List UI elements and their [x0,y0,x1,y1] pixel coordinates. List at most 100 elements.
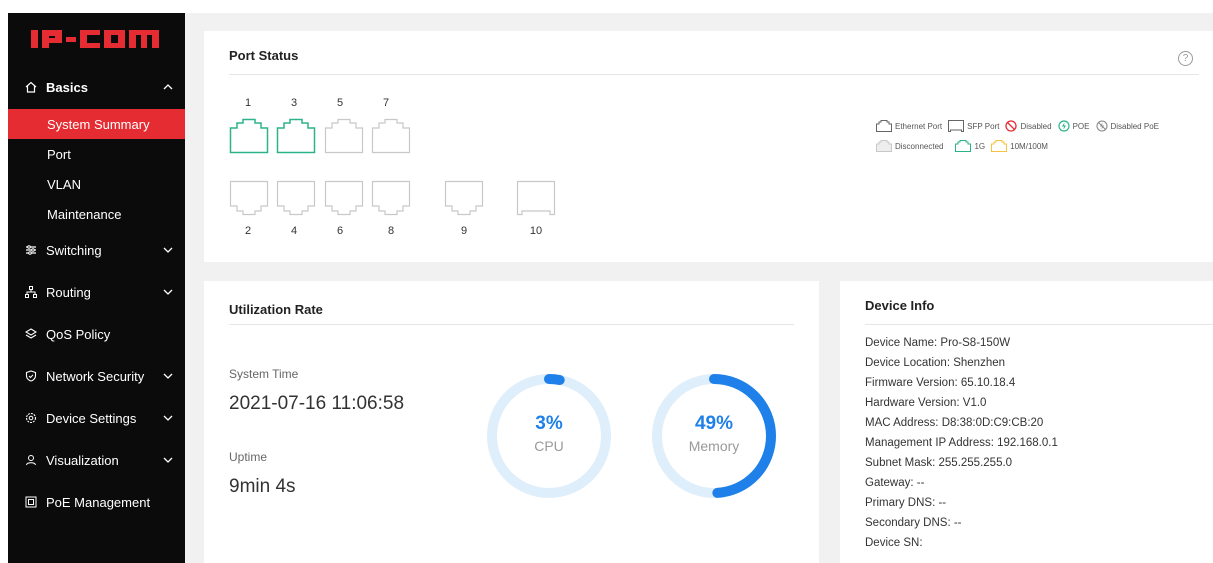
1g-port-icon [955,140,972,152]
port-number: 6 [336,225,344,237]
sidebar-item-basics[interactable]: Basics [8,65,185,109]
uptime-label: Uptime [229,450,268,464]
device-info-row: Hardware Version: V1.0 [865,397,987,409]
divider [865,324,1213,325]
sidebar-subitem-label: Port [47,146,71,162]
menu-group-basics: Basics System Summary Port VLAN Maintena… [8,65,185,229]
sidebar-subitem-label: Maintenance [47,206,122,222]
device-info-row: Gateway: -- [865,477,925,489]
poe-bolt-icon [1057,120,1070,132]
legend-poe: POE [1057,120,1090,132]
ethernet-port-7-icon[interactable] [371,118,411,154]
device-info-row: Device Name: Pro-S8-150W [865,337,1011,349]
utilization-card: Utilization Rate System Time 2021-07-16 … [204,281,819,563]
system-time-label: System Time [229,367,299,381]
divider [229,74,1199,75]
visualization-icon [24,453,38,467]
port-number: 7 [382,97,390,109]
chevron-down-icon [163,245,173,255]
ethernet-port-2-icon[interactable] [229,180,269,216]
ethernet-port-6-icon[interactable] [324,180,364,216]
cpu-percent: 3% [535,413,563,434]
help-icon[interactable]: ? [1178,51,1193,66]
port-number: 9 [460,225,468,237]
legend-disconnected: Disconnected [876,140,943,152]
sidebar-subitem-label: System Summary [47,116,150,132]
port-status-title: Port Status [229,48,299,63]
gear-icon [24,411,38,425]
legend-label: SFP Port [967,121,1000,131]
shield-icon [24,369,38,383]
device-info-title: Device Info [865,298,935,313]
routing-icon [24,285,38,299]
sidebar-item-label: Visualization [46,452,119,468]
ip-com-logo [8,13,185,65]
poe-icon [24,495,38,509]
utilization-title: Utilization Rate [229,302,323,317]
ethernet-port-5-icon[interactable] [324,118,364,154]
sfp-port-10-icon[interactable] [516,180,556,216]
sidebar-item-device-settings[interactable]: Device Settings [8,397,185,439]
legend-label: Disabled PoE [1110,121,1159,131]
sidebar-item-label: QoS Policy [46,326,111,342]
sidebar-item-visualization[interactable]: Visualization [8,439,185,481]
chevron-down-icon [163,371,173,381]
port-number: 4 [290,225,298,237]
legend-disabled-poe: Disabled PoE [1095,120,1159,132]
port-legend-row-1: Ethernet Port SFP Port Disabled POE Disa… [876,120,1165,132]
sidebar-subitem-label: VLAN [47,176,81,192]
sidebar-item-switching[interactable]: Switching [8,229,185,271]
cpu-gauge: 3% CPU [484,371,614,501]
legend-sfp-port: SFP Port [948,120,999,132]
10m-100m-port-icon [991,140,1008,152]
sidebar-item-network-security[interactable]: Network Security [8,355,185,397]
sidebar-item-poe-management[interactable]: PoE Management [8,481,185,523]
cpu-gauge-track [487,374,611,498]
sidebar: Basics System Summary Port VLAN Maintena… [8,13,185,563]
legend-10m-100m: 10M/100M [991,140,1048,152]
disabled-icon [1005,120,1018,132]
sidebar-item-label: Basics [46,79,88,95]
cpu-label: CPU [534,438,564,454]
ethernet-port-4-icon[interactable] [276,180,316,216]
ethernet-port-8-icon[interactable] [371,180,411,216]
memory-label: Memory [688,438,740,454]
device-info-row: Firmware Version: 65.10.18.4 [865,377,1016,389]
chevron-down-icon [163,287,173,297]
chevron-down-icon [163,455,173,465]
chevron-down-icon [163,413,173,423]
sidebar-item-label: Switching [46,242,102,258]
legend-label: 1G [974,141,986,151]
ethernet-port-1-icon[interactable] [229,118,269,154]
memory-gauge: 49% Memory [649,371,779,501]
port-legend-row-2: Disconnected 1G 10M/100M [876,140,1054,152]
qos-icon [24,327,38,341]
legend-label: Ethernet Port [895,121,943,131]
divider [229,324,794,325]
sidebar-item-label: Network Security [46,368,145,384]
legend-1g: 1G [955,140,985,152]
port-number: 5 [336,97,344,109]
sidebar-item-routing[interactable]: Routing [8,271,185,313]
port-status-card: Port Status ? 1 3 5 7 2 4 6 8 9 10 Ether… [204,31,1213,262]
sidebar-item-port[interactable]: Port [8,139,185,169]
legend-label: Disabled [1020,121,1052,131]
port-number: 1 [244,97,252,109]
sidebar-item-maintenance[interactable]: Maintenance [8,199,185,229]
sidebar-item-system-summary[interactable]: System Summary [8,109,185,139]
top-strip [185,0,1213,13]
sidebar-item-vlan[interactable]: VLAN [8,169,185,199]
device-info-row: Subnet Mask: 255.255.255.0 [865,457,1013,469]
device-info-row: MAC Address: D8:38:0D:C9:CB:20 [865,417,1044,429]
ethernet-port-9-icon[interactable] [444,180,484,216]
sidebar-item-label: Device Settings [46,410,137,426]
legend-ethernet-port: Ethernet Port [876,120,942,132]
legend-label: Disconnected [895,141,944,151]
home-icon [24,80,38,94]
port-number: 10 [529,225,543,237]
help-icon-glyph: ? [1182,53,1189,64]
system-time-value: 2021-07-16 11:06:58 [229,393,405,414]
device-info-row: Primary DNS: -- [865,497,947,509]
sidebar-item-qos-policy[interactable]: QoS Policy [8,313,185,355]
ethernet-port-3-icon[interactable] [276,118,316,154]
